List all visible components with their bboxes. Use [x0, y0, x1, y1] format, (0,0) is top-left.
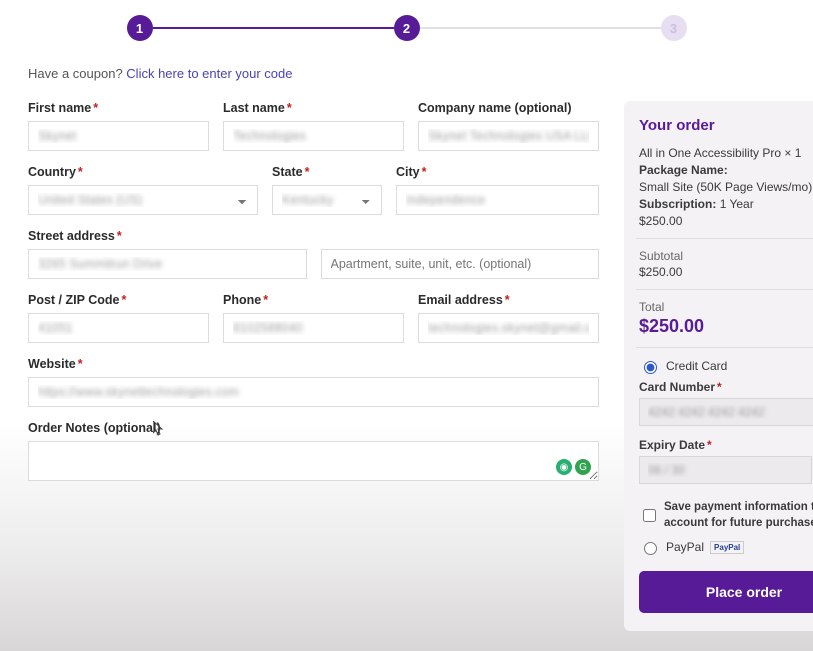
last-name-label: Last name*: [223, 101, 404, 115]
paypal-badge: PayPal: [710, 541, 744, 554]
zip-label: Post / ZIP Code*: [28, 293, 209, 307]
paypal-radio[interactable]: PayPal PayPal: [639, 539, 813, 555]
email-input[interactable]: [418, 313, 599, 343]
grammarly-icon-1[interactable]: ◉: [556, 459, 572, 475]
step-3: 3: [661, 15, 687, 41]
apt-input[interactable]: [321, 249, 600, 279]
city-label: City*: [396, 165, 599, 179]
save-payment-check[interactable]: Save payment information to my account f…: [639, 500, 813, 531]
company-input[interactable]: [418, 121, 599, 151]
step-bar-1: [153, 27, 394, 29]
item-price: $250.00: [639, 214, 813, 228]
city-input[interactable]: [396, 185, 599, 215]
creditcard-radio-input[interactable]: [644, 361, 657, 374]
expiry-input[interactable]: [639, 456, 812, 484]
order-title: Your order: [639, 117, 813, 134]
step-1: 1: [127, 15, 153, 41]
email-label: Email address*: [418, 293, 599, 307]
creditcard-radio[interactable]: Credit Card: [639, 358, 813, 374]
subtotal-label: Subtotal: [639, 249, 813, 263]
street-label: Street address*: [28, 229, 599, 243]
sub-value: 1 Year: [720, 197, 754, 211]
step-bar-2: [420, 27, 661, 29]
cardnum-label: Card Number*: [639, 380, 813, 394]
order-summary: Your order All in One Accessibility Pro …: [624, 101, 813, 631]
save-payment-checkbox[interactable]: [643, 503, 656, 528]
order-item: All in One Accessibility Pro × 1: [639, 146, 813, 160]
first-name-input[interactable]: [28, 121, 209, 151]
billing-form: First name* Last name* Company name (opt…: [28, 101, 599, 631]
sub-label: Subscription:: [639, 197, 716, 211]
expiry-label: Expiry Date*: [639, 438, 812, 452]
coupon-text: Have a coupon?: [28, 66, 126, 81]
grammarly-icon-2[interactable]: G: [575, 459, 591, 475]
country-label: Country*: [28, 165, 258, 179]
state-select[interactable]: Kentucky: [272, 185, 382, 215]
phone-label: Phone*: [223, 293, 404, 307]
website-label: Website*: [28, 357, 599, 371]
cursor-icon: [153, 421, 165, 439]
subtotal-value: $250.00: [639, 265, 813, 279]
company-label: Company name (optional): [418, 101, 599, 115]
total-value: $250.00: [639, 316, 813, 337]
cardnum-input[interactable]: [639, 398, 813, 426]
state-label: State*: [272, 165, 382, 179]
place-order-button[interactable]: Place order: [639, 571, 813, 613]
paypal-radio-input[interactable]: [644, 542, 657, 555]
paypal-label: PayPal: [666, 540, 704, 554]
notes-label: Order Notes (optional): [28, 421, 599, 435]
pkg-value: Small Site (50K Page Views/mo): [639, 180, 813, 194]
coupon-notice: Have a coupon? Click here to enter your …: [28, 66, 785, 81]
last-name-input[interactable]: [223, 121, 404, 151]
first-name-label: First name*: [28, 101, 209, 115]
country-select[interactable]: United States (US): [28, 185, 258, 215]
creditcard-label: Credit Card: [666, 359, 727, 373]
coupon-link[interactable]: Click here to enter your code: [126, 66, 292, 81]
step-2: 2: [394, 15, 420, 41]
phone-input[interactable]: [223, 313, 404, 343]
save-payment-label: Save payment information to my account f…: [664, 500, 813, 531]
notes-textarea[interactable]: [28, 441, 599, 481]
website-input[interactable]: [28, 377, 599, 407]
checkout-stepper: 1 2 3: [127, 10, 687, 41]
street-input[interactable]: [28, 249, 307, 279]
zip-input[interactable]: [28, 313, 209, 343]
total-label: Total: [639, 300, 813, 314]
pkg-label: Package Name:: [639, 163, 728, 177]
